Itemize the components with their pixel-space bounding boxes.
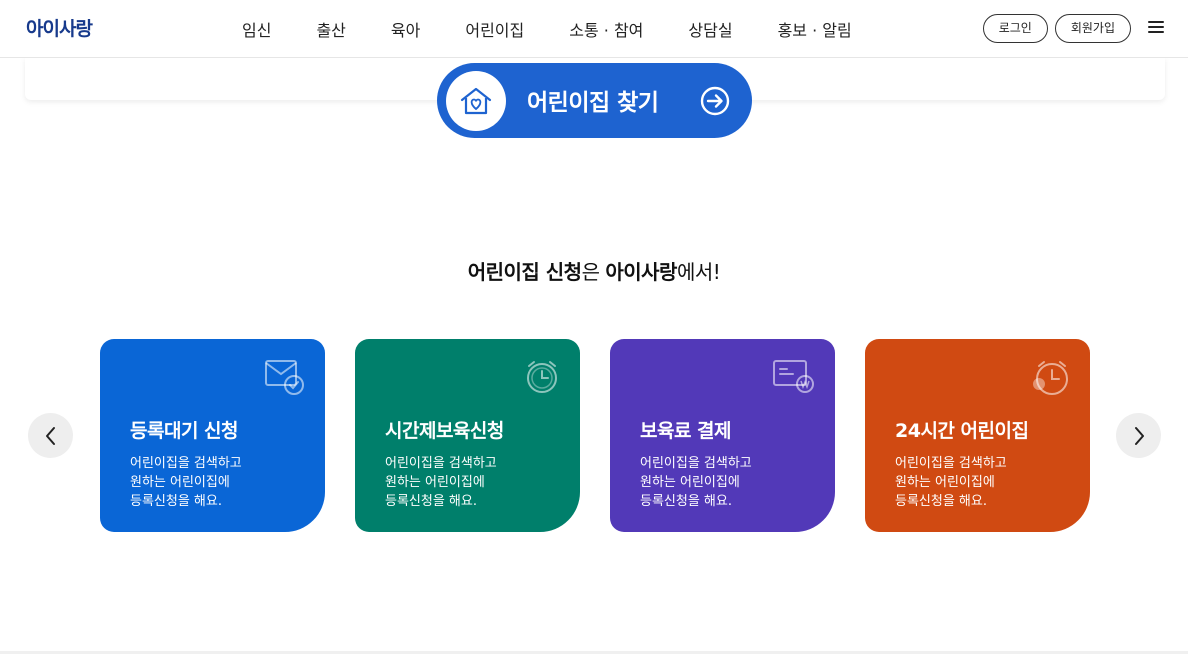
- card-description: 어린이집을 검색하고 원하는 어린이집에 등록신청을 해요.: [130, 454, 300, 511]
- clock-24-icon: [1030, 359, 1070, 401]
- section-title-bold-1: 어린이집 신청: [467, 260, 582, 284]
- slider-next-button[interactable]: [1116, 413, 1161, 458]
- card-24h-daycare[interactable]: 24시간 어린이집 어린이집을 검색하고 원하는 어린이집에 등록신청을 해요.: [865, 339, 1090, 532]
- card-title: 시간제보육신청: [385, 420, 504, 442]
- payment-card-icon: [773, 359, 815, 399]
- nav-item-notice[interactable]: 홍보 · 알림: [778, 17, 852, 41]
- signup-button[interactable]: 회원가입: [1054, 14, 1131, 43]
- section-title-part-2: 에서!: [676, 260, 721, 284]
- card-desc-line: 어린이집을 검색하고: [385, 456, 497, 471]
- alarm-clock-icon: [524, 359, 560, 399]
- card-desc-line: 원하는 어린이집에: [640, 475, 740, 490]
- login-button[interactable]: 로그인: [982, 14, 1048, 43]
- card-desc-line: 등록신청을 해요.: [385, 494, 477, 509]
- nav-item-birth[interactable]: 출산: [316, 17, 345, 41]
- site-logo[interactable]: 아이사랑: [26, 14, 93, 41]
- arrow-right-circle-icon: [700, 86, 730, 120]
- envelope-check-icon: [265, 359, 305, 401]
- card-hourly-childcare[interactable]: 시간제보육신청 어린이집을 검색하고 원하는 어린이집에 등록신청을 해요.: [355, 339, 580, 532]
- nav-item-counseling[interactable]: 상담실: [688, 17, 732, 41]
- card-description: 어린이집을 검색하고 원하는 어린이집에 등록신청을 해요.: [640, 454, 810, 511]
- section-title: 어린이집 신청은 아이사랑에서!: [0, 256, 1188, 285]
- card-desc-line: 등록신청을 해요.: [130, 494, 222, 509]
- section-title-part-1: 은: [581, 260, 606, 284]
- card-desc-line: 등록신청을 해요.: [640, 494, 732, 509]
- home-heart-icon: [446, 71, 506, 131]
- slider-prev-button[interactable]: [28, 413, 73, 458]
- find-daycare-label: 어린이집 찾기: [527, 90, 659, 116]
- card-title: 보육료 결제: [640, 420, 732, 442]
- card-title: 24시간 어린이집: [895, 420, 1029, 442]
- nav-item-parenting[interactable]: 육아: [391, 17, 420, 41]
- hamburger-menu-icon[interactable]: [1148, 21, 1164, 35]
- card-desc-line: 원하는 어린이집에: [130, 475, 230, 490]
- card-desc-line: 원하는 어린이집에: [385, 475, 485, 490]
- card-title: 등록대기 신청: [130, 420, 239, 442]
- card-desc-line: 어린이집을 검색하고: [640, 456, 752, 471]
- nav-item-pregnancy[interactable]: 임신: [242, 17, 271, 41]
- card-description: 어린이집을 검색하고 원하는 어린이집에 등록신청을 해요.: [385, 454, 555, 511]
- card-desc-line: 어린이집을 검색하고: [895, 456, 1007, 471]
- main-nav: 임신 출산 육아 어린이집 소통 · 참여 상담실 홍보 · 알림: [242, 0, 897, 58]
- card-desc-line: 어린이집을 검색하고: [130, 456, 242, 471]
- chevron-left-icon: [45, 426, 55, 445]
- card-registration-waiting[interactable]: 등록대기 신청 어린이집을 검색하고 원하는 어린이집에 등록신청을 해요.: [100, 339, 325, 532]
- card-desc-line: 등록신청을 해요.: [895, 494, 987, 509]
- auth-buttons: 로그인 회원가입: [976, 14, 1131, 43]
- site-header: 아이사랑 임신 출산 육아 어린이집 소통 · 참여 상담실 홍보 · 알림 로…: [0, 0, 1188, 58]
- nav-item-daycare[interactable]: 어린이집: [465, 17, 524, 41]
- section-title-bold-2: 아이사랑: [605, 260, 677, 284]
- card-description: 어린이집을 검색하고 원하는 어린이집에 등록신청을 해요.: [895, 454, 1065, 511]
- chevron-right-icon: [1134, 426, 1144, 445]
- nav-item-community[interactable]: 소통 · 참여: [569, 17, 643, 41]
- card-desc-line: 원하는 어린이집에: [895, 475, 995, 490]
- find-daycare-button[interactable]: 어린이집 찾기: [437, 63, 752, 138]
- card-childcare-payment[interactable]: 보육료 결제 어린이집을 검색하고 원하는 어린이집에 등록신청을 해요.: [610, 339, 835, 532]
